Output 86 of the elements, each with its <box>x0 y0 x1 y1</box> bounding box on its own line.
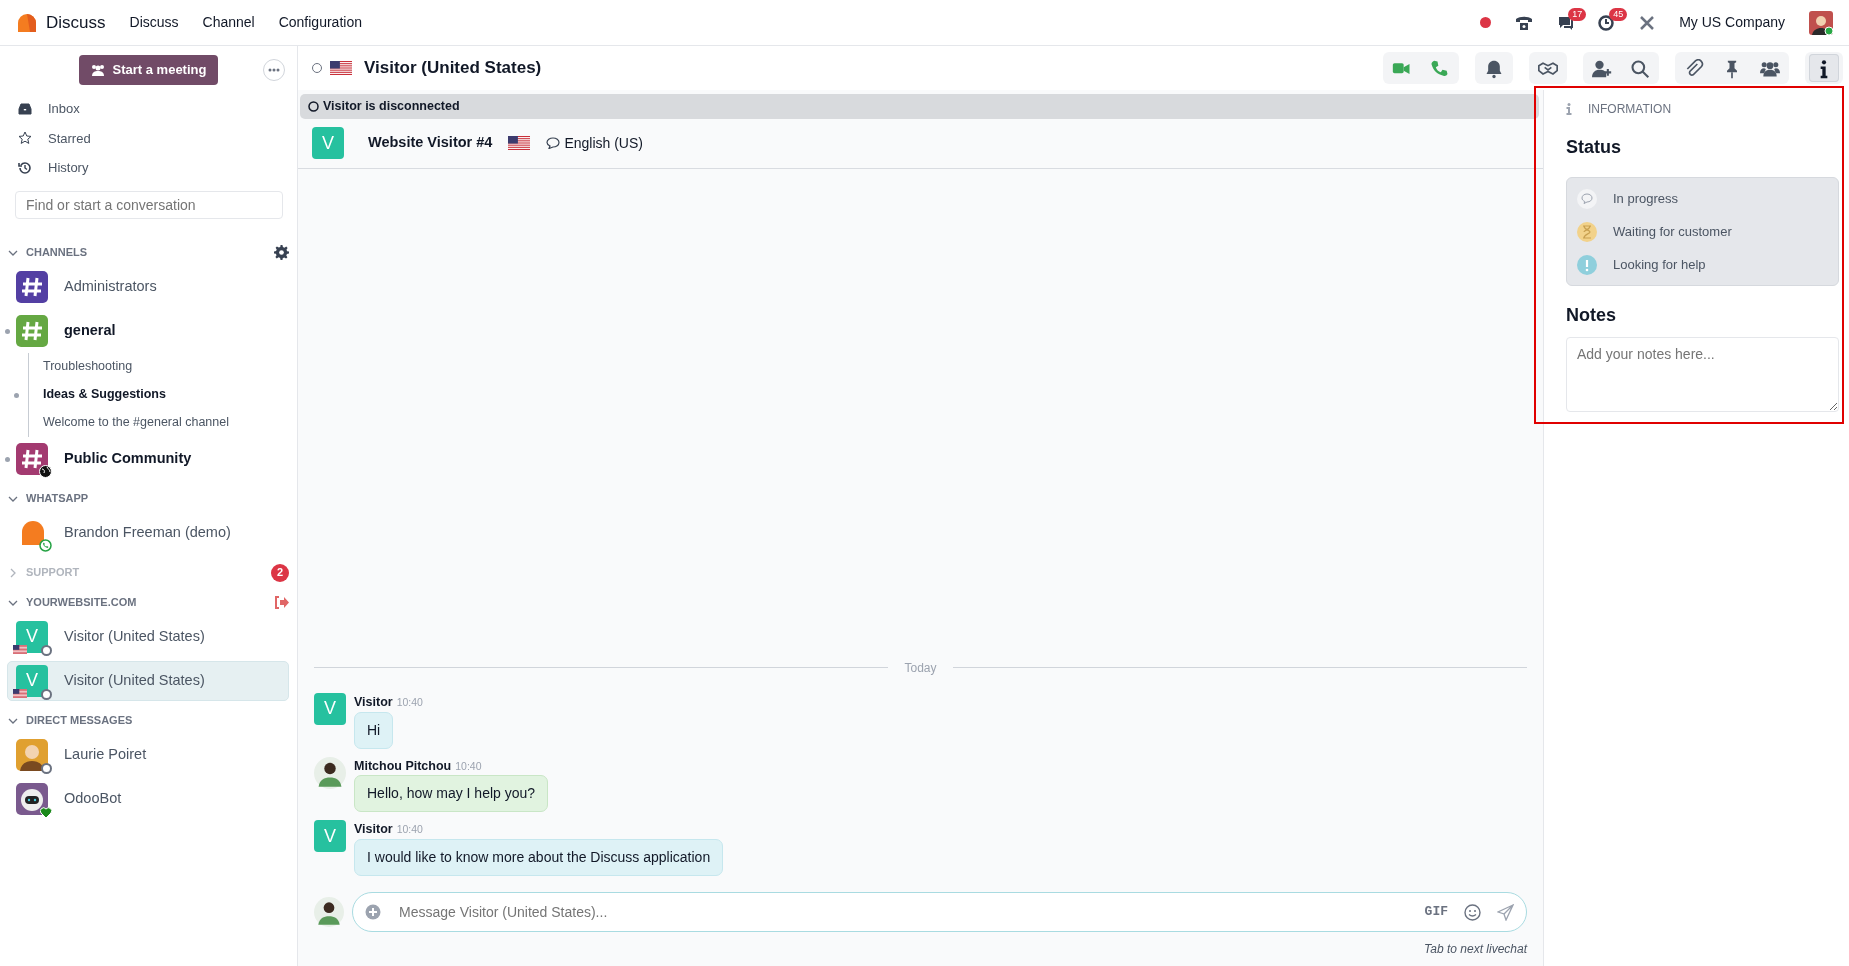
keyboard-hint: Tab to next livechat <box>1424 941 1527 958</box>
app-name[interactable]: Discuss <box>46 9 106 36</box>
avatar-icon <box>314 897 344 927</box>
telephone-icon[interactable] <box>1515 14 1534 31</box>
bell-icon <box>1484 58 1504 79</box>
sub-channel-item[interactable]: Troubleshooting <box>28 352 297 381</box>
add-user-icon <box>1592 58 1612 79</box>
paperclip-icon <box>1684 58 1704 79</box>
avatar-letter: V <box>314 692 346 725</box>
language-label: English (US) <box>564 133 643 153</box>
phone-icon <box>1430 58 1450 79</box>
gif-button[interactable]: GIF <box>1424 902 1448 922</box>
disconnected-banner: Visitor is disconnected <box>300 94 1539 119</box>
more-options-button[interactable] <box>263 59 285 81</box>
unread-dot <box>5 328 10 334</box>
section-heading: Status <box>1566 136 1622 159</box>
panel-title: INFORMATION <box>1588 101 1672 118</box>
star-icon <box>18 131 32 146</box>
conversation-item[interactable]: V Visitor (United States) <box>7 660 289 701</box>
counter-badge: 45 <box>1609 7 1628 21</box>
visitor-name: Website Visitor #4 <box>368 133 493 153</box>
menu-item[interactable]: Configuration <box>278 12 362 33</box>
users-icon <box>90 64 105 76</box>
mailbox-item[interactable]: Inbox <box>0 94 297 124</box>
mailbox-item[interactable]: Starred <box>0 123 297 153</box>
conversation-item[interactable]: Brandon Freeman (demo) <box>7 512 289 553</box>
message-composer[interactable]: Message Visitor (United States)... GIF <box>352 892 1527 932</box>
thread-title: Visitor (United States) <box>364 57 543 80</box>
status-option[interactable]: Waiting for customer <box>1577 215 1828 248</box>
conversation-item[interactable]: Public Community <box>7 438 289 479</box>
conversation-item[interactable]: OdooBot <box>7 778 289 819</box>
chat-bubbles-icon[interactable] <box>1557 14 1575 31</box>
sub-channel-item[interactable]: Welcome to the #general channel <box>28 408 297 437</box>
category-header[interactable]: WHATSAPP <box>26 490 289 507</box>
message-bubble: Hi <box>354 711 394 749</box>
avatar-letter: V <box>16 664 48 697</box>
conversation-item[interactable]: Laurie Poiret <box>7 734 289 775</box>
counter-badge: 17 <box>1568 7 1587 21</box>
avatar-letter: V <box>312 127 344 160</box>
message-bubble: I would like to know more about the Discuss application <box>354 839 724 876</box>
message-time: 10:40 <box>396 822 423 838</box>
sub-channel-item[interactable]: Ideas & Suggestions <box>28 380 297 409</box>
author-name: Visitor <box>354 821 393 839</box>
history-icon <box>18 160 32 175</box>
offline-circle-icon <box>308 100 319 112</box>
settings-icon[interactable] <box>274 245 289 260</box>
message-time: 10:40 <box>455 758 482 774</box>
avatar-letter: V <box>314 820 346 853</box>
date-separator: Today <box>904 659 937 677</box>
avatar-icon <box>314 756 346 789</box>
mailbox-item[interactable]: History <box>0 153 297 183</box>
message-time: 10:40 <box>396 694 423 710</box>
sign-out-icon[interactable] <box>274 596 289 609</box>
search-field[interactable]: Find or start a conversation <box>15 190 283 219</box>
start-meeting-button[interactable]: Start a meeting <box>78 55 219 85</box>
conversation-item[interactable]: V Visitor (United States) <box>7 616 289 657</box>
menu-item[interactable]: Channel <box>202 12 255 33</box>
app-logo-icon <box>16 11 38 34</box>
author-name: Visitor <box>354 693 393 711</box>
menu-item[interactable]: Discuss <box>129 12 179 33</box>
category-header[interactable]: YOURWEBSITE.COM <box>26 594 266 611</box>
hourglass-icon <box>1577 221 1597 242</box>
unread-dot <box>5 456 10 462</box>
status-option[interactable]: In progress <box>1577 182 1828 215</box>
author-name: Mitchou Pitchou <box>354 757 452 775</box>
category-header[interactable]: DIRECT MESSAGES <box>26 712 289 729</box>
message-bubble: Hello, how may I help you? <box>354 775 549 813</box>
search-icon <box>1630 58 1650 79</box>
counter-badge: 2 <box>271 563 289 582</box>
speech-bubble-icon <box>546 137 561 150</box>
smiley-icon[interactable] <box>1464 903 1481 921</box>
info-icon <box>1566 103 1572 115</box>
category-header[interactable]: CHANNELS <box>26 244 266 261</box>
status-option[interactable]: Looking for help <box>1577 248 1828 281</box>
notes-field[interactable]: Add your notes here... <box>1566 337 1839 412</box>
company-switcher[interactable]: My US Company <box>1679 12 1785 33</box>
section-heading: Notes <box>1566 304 1617 327</box>
inbox-icon <box>18 101 32 116</box>
conversation-item[interactable]: Administrators <box>7 266 289 307</box>
chat-bubble-icon <box>1577 188 1597 209</box>
user-avatar-icon[interactable] <box>1809 10 1833 35</box>
ellipsis-icon <box>268 68 280 72</box>
exclamation-icon <box>1577 254 1597 275</box>
avatar-letter: V <box>16 620 48 653</box>
unread-dot <box>14 392 19 398</box>
conversation-item[interactable]: general <box>7 310 289 351</box>
